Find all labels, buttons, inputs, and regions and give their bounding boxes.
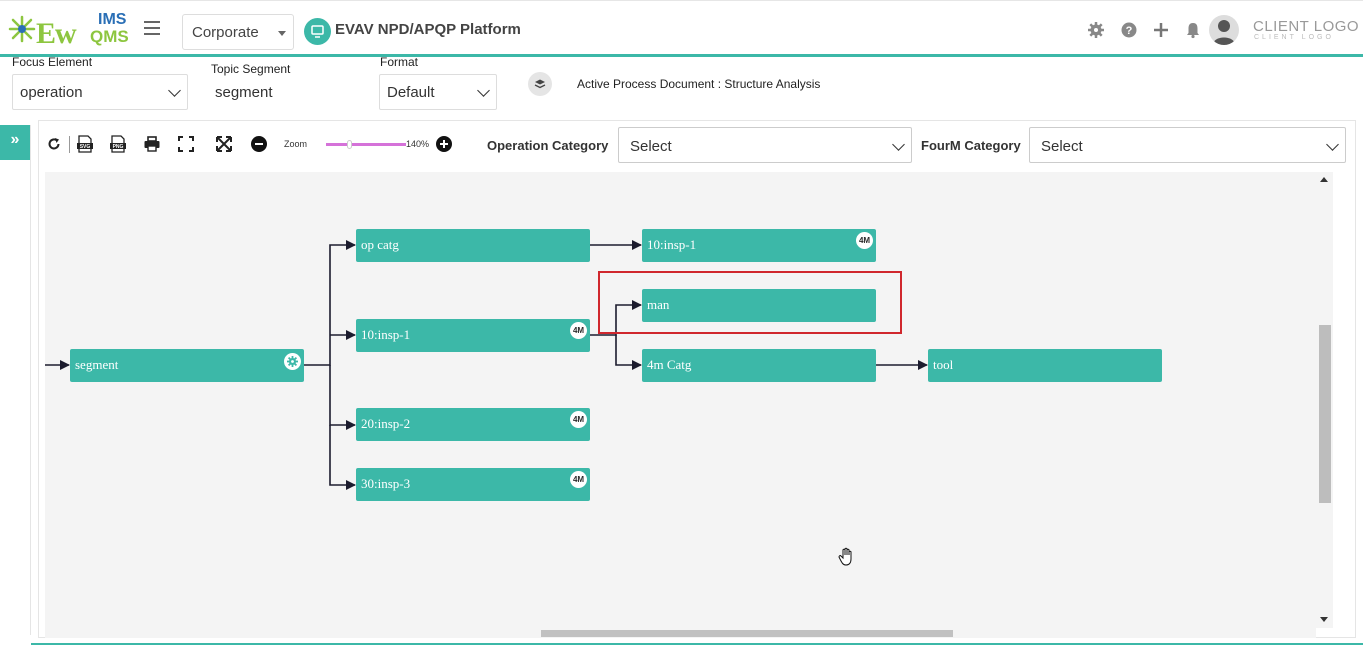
- fourm-badge[interactable]: 4M: [570, 322, 587, 339]
- node-4m-catg[interactable]: 4m Catg: [642, 349, 876, 382]
- node-segment[interactable]: segment: [70, 349, 304, 382]
- edge-segment-insp3: [329, 425, 356, 490]
- fourm-badge[interactable]: 4M: [856, 232, 873, 249]
- node-op-catg[interactable]: op catg: [356, 229, 590, 262]
- bottom-accent-line: [31, 643, 1363, 645]
- node-label: 30:insp-3: [361, 476, 411, 491]
- edge-segment-insp2: [329, 365, 356, 430]
- node-label: segment: [75, 357, 119, 372]
- node-catg-insp1[interactable]: 10:insp-1 4M: [642, 229, 876, 262]
- node-label: op catg: [361, 237, 399, 252]
- node-label: tool: [933, 357, 954, 372]
- horizontal-scrollbar-thumb[interactable]: [541, 630, 953, 637]
- node-label: 10:insp-1: [361, 327, 411, 342]
- node-label: 4m Catg: [647, 357, 692, 372]
- vertical-scrollbar-thumb[interactable]: [1319, 325, 1331, 503]
- node-op-insp2[interactable]: 20:insp-2 4M: [356, 408, 590, 441]
- node-label: 10:insp-1: [647, 237, 697, 252]
- node-op-insp3[interactable]: 30:insp-3 4M: [356, 468, 590, 501]
- hand-cursor-icon: [838, 547, 852, 566]
- fourm-badge[interactable]: 4M: [570, 471, 587, 488]
- node-op-insp1[interactable]: 10:insp-1 4M: [356, 319, 590, 352]
- scroll-up-arrow-icon[interactable]: [1320, 177, 1328, 182]
- edge-insp1-4mcatg: [615, 335, 642, 370]
- scroll-down-arrow-icon[interactable]: [1320, 617, 1328, 622]
- settings-badge-icon[interactable]: [284, 353, 301, 370]
- edge-segment-opcatg: [304, 240, 356, 366]
- node-tool[interactable]: tool: [928, 349, 1162, 382]
- fourm-badge[interactable]: 4M: [570, 411, 587, 428]
- node-label: 20:insp-2: [361, 416, 411, 431]
- highlight-box: [598, 271, 902, 334]
